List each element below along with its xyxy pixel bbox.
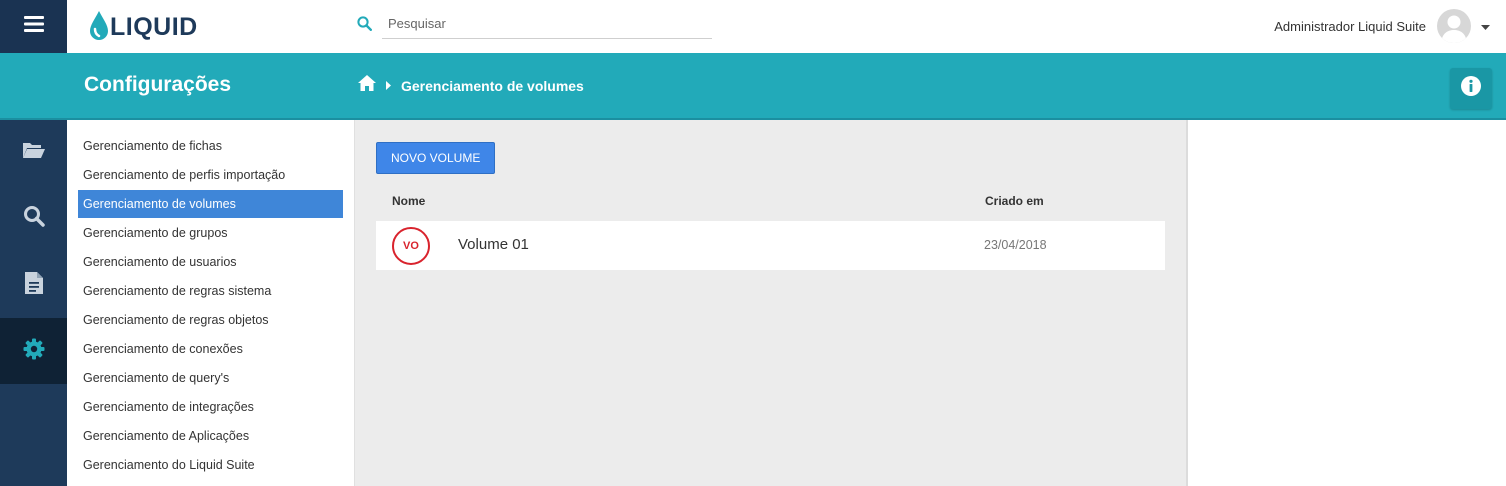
rail-item-search[interactable] xyxy=(0,185,67,252)
app-logo[interactable]: LIQUID xyxy=(89,10,198,45)
menu-item-perfis-importacao[interactable]: Gerenciamento de perfis importação xyxy=(78,161,343,189)
breadcrumb: Gerenciamento de volumes xyxy=(358,75,584,96)
main-content: NOVO VOLUME Nome Criado em VO Volume 01 … xyxy=(355,120,1188,486)
page-title: Configurações xyxy=(84,73,232,96)
user-menu[interactable]: Administrador Liquid Suite xyxy=(1274,9,1490,43)
settings-menu: Gerenciamento de fichas Gerenciamento de… xyxy=(67,120,355,486)
menu-item-regras-sistema[interactable]: Gerenciamento de regras sistema xyxy=(78,277,343,305)
avatar[interactable] xyxy=(1437,9,1471,43)
volume-name[interactable]: Volume 01 xyxy=(458,236,529,253)
logo-text: LIQUID xyxy=(110,13,198,41)
chevron-right-icon xyxy=(386,77,391,95)
search-icon xyxy=(23,205,45,232)
top-bar: LIQUID Pesquisar Administrador Liquid Su… xyxy=(67,0,1506,53)
column-header-nome[interactable]: Nome xyxy=(392,194,425,208)
menu-item-grupos[interactable]: Gerenciamento de grupos xyxy=(78,219,343,247)
menu-item-liquid-suite[interactable]: Gerenciamento do Liquid Suite xyxy=(78,451,343,479)
document-icon xyxy=(24,271,43,299)
user-name: Administrador Liquid Suite xyxy=(1274,18,1426,34)
menu-item-usuarios[interactable]: Gerenciamento de usuarios xyxy=(78,248,343,276)
menu-button[interactable] xyxy=(0,0,67,53)
folder-open-icon xyxy=(22,141,46,164)
left-rail xyxy=(0,0,67,486)
droplet-logo-icon xyxy=(89,10,109,45)
search-icon[interactable] xyxy=(357,15,373,36)
menu-item-aplicacoes[interactable]: Gerenciamento de Aplicações xyxy=(78,422,343,450)
new-volume-button[interactable]: NOVO VOLUME xyxy=(376,142,496,174)
info-button[interactable] xyxy=(1450,68,1492,109)
menu-item-querys[interactable]: Gerenciamento de query's xyxy=(78,364,343,392)
search-input[interactable]: Pesquisar xyxy=(382,12,712,39)
breadcrumb-current: Gerenciamento de volumes xyxy=(401,77,584,94)
rail-header-spacer xyxy=(0,53,67,119)
table-row[interactable]: VO Volume 01 23/04/2018 xyxy=(376,221,1165,270)
menu-item-integracoes[interactable]: Gerenciamento de integrações xyxy=(78,393,343,421)
gear-icon xyxy=(23,338,45,365)
column-header-criado-em[interactable]: Criado em xyxy=(985,194,1044,208)
info-icon xyxy=(1460,75,1482,102)
volume-avatar-badge: VO xyxy=(392,227,430,265)
rail-item-documents[interactable] xyxy=(0,252,67,318)
rail-item-files[interactable] xyxy=(0,120,67,185)
rail-item-settings[interactable] xyxy=(0,318,67,384)
chevron-down-icon[interactable] xyxy=(1481,17,1490,35)
menu-item-volumes[interactable]: Gerenciamento de volumes xyxy=(78,190,343,218)
home-icon[interactable] xyxy=(358,75,376,96)
menu-item-regras-objetos[interactable]: Gerenciamento de regras objetos xyxy=(78,306,343,334)
page-header: Configurações Gerenciamento de volumes xyxy=(67,53,1506,119)
menu-item-conexoes[interactable]: Gerenciamento de conexões xyxy=(78,335,343,363)
menu-item-fichas[interactable]: Gerenciamento de fichas xyxy=(78,132,343,160)
volume-created-date: 23/04/2018 xyxy=(984,238,1047,252)
menu-icon xyxy=(23,16,44,37)
search-bar: Pesquisar xyxy=(357,12,712,39)
